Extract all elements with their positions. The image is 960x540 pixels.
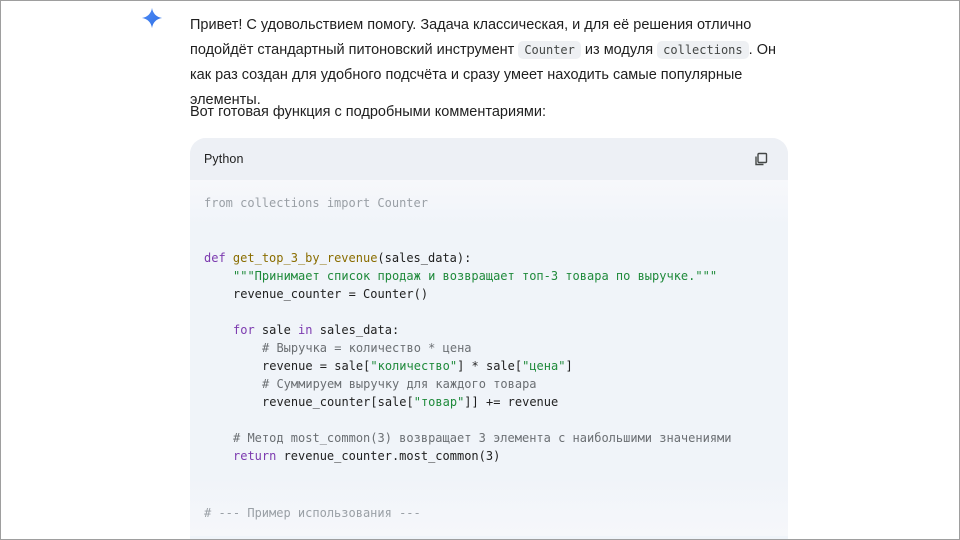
code-block-header: Python (190, 138, 788, 180)
for-variable: sale (254, 323, 299, 337)
code-comment-revenue: # Выручка = количество * цена (262, 341, 472, 355)
code-line-counter-init: revenue_counter = Counter() (233, 287, 429, 301)
code-line-return: return revenue_counter.most_common(3) (233, 447, 500, 465)
code-line-def: def get_top_3_by_revenue(sales_data): (204, 249, 471, 267)
code-block: Python from collections import Counter d… (190, 138, 788, 539)
keyword-in: in (298, 323, 313, 337)
for-iterable: sales_data: (312, 323, 400, 337)
code-content: from collections import Counter def get_… (190, 180, 788, 539)
inline-code-collections: collections (657, 41, 749, 59)
string-quantity: "количество" (370, 359, 458, 373)
keyword-for: for (233, 323, 255, 337)
code-comment-most-common: # Метод most_common(3) возвращает 3 элем… (233, 431, 732, 445)
copy-icon (755, 152, 768, 166)
gemini-spark-icon (141, 7, 163, 29)
accumulate-part-a: revenue_counter[sale[ (262, 395, 414, 409)
intro-text-b: из модуля (580, 42, 658, 58)
keyword-def: def (204, 251, 226, 265)
code-line-docstring: """Принимает список продаж и возвращает … (233, 269, 718, 283)
accumulate-part-b: ]] += revenue (464, 395, 559, 409)
code-line-accumulate: revenue_counter[sale["товар"]] += revenu… (262, 393, 558, 411)
code-line-for: for sale in sales_data: (233, 321, 399, 339)
revenue-part-b: ] * sale[ (457, 359, 523, 373)
return-expression: revenue_counter.most_common(3) (276, 449, 501, 463)
copy-code-button[interactable] (750, 148, 772, 170)
chat-response-area: Привет! С удовольствием помогу. Задача к… (0, 0, 960, 540)
code-line-import: from collections import Counter (204, 196, 428, 210)
assistant-intro-paragraph: Привет! С удовольствием помогу. Задача к… (190, 13, 790, 113)
string-product: "товар" (413, 395, 465, 409)
inline-code-counter: Counter (518, 41, 581, 59)
code-comment-sum: # Суммируем выручку для каждого товара (262, 377, 537, 391)
def-signature: (sales_data): (377, 251, 472, 265)
code-line-revenue: revenue = sale["количество"] * sale["цен… (262, 357, 573, 375)
assistant-lead-in: Вот готовая функция с подробными коммент… (190, 104, 547, 120)
code-language-label: Python (204, 152, 244, 166)
revenue-part-a: revenue = sale[ (262, 359, 371, 373)
function-name: get_top_3_by_revenue (232, 251, 378, 265)
keyword-return: return (233, 449, 277, 463)
revenue-part-c: ] (565, 359, 573, 373)
code-comment-example: # --- Пример использования --- (204, 506, 421, 520)
string-price: "цена" (522, 359, 566, 373)
